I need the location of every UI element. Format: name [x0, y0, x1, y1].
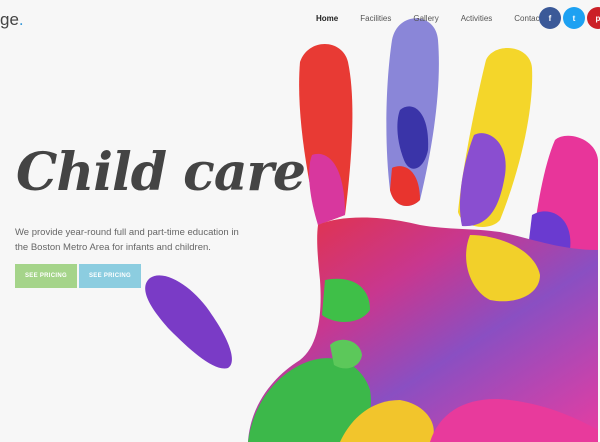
pinterest-icon[interactable]: p — [587, 7, 600, 29]
painted-hand-image — [145, 18, 598, 442]
nav-activities[interactable]: Activities — [461, 14, 493, 23]
site-logo[interactable]: ge. — [0, 10, 24, 30]
nav-home[interactable]: Home — [316, 14, 338, 23]
hero-headline: Child care — [16, 142, 306, 203]
nav-facilities[interactable]: Facilities — [360, 14, 391, 23]
logo-text: ge — [0, 10, 19, 29]
see-pricing-button[interactable]: SEE PRICING — [15, 264, 77, 288]
social-links: f t p — [539, 7, 600, 29]
twitter-icon[interactable]: t — [563, 7, 585, 29]
nav-gallery[interactable]: Gallery — [413, 14, 438, 23]
see-pricing-secondary-button[interactable]: SEE PRICING — [79, 264, 141, 288]
hero-subtext: We provide year-round full and part-time… — [15, 227, 239, 253]
nav-contact[interactable]: Contact — [514, 14, 542, 23]
main-nav: Home Facilities Gallery Activities Conta… — [316, 14, 564, 23]
facebook-icon[interactable]: f — [539, 7, 561, 29]
logo-dot: . — [18, 10, 24, 29]
